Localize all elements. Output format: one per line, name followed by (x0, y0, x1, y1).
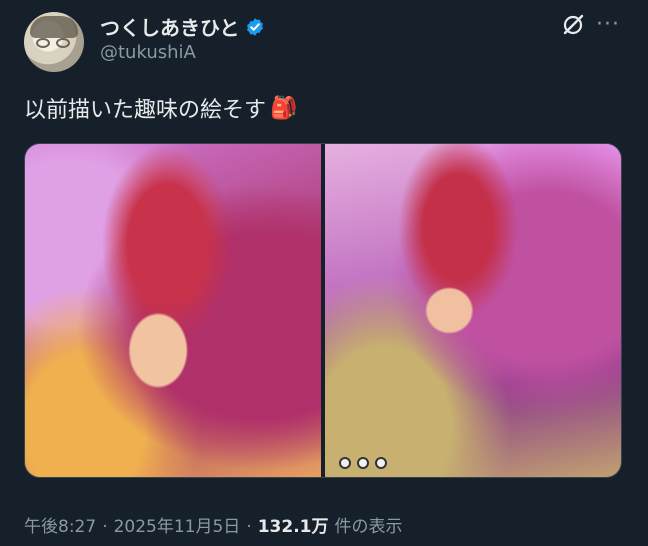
more-icon[interactable]: ··· (596, 12, 620, 37)
illustration-right (325, 144, 621, 477)
tweet-text: 以前描いた趣味の絵そす 🎒 (24, 92, 297, 124)
tweet-meta: 午後8:27 · 2025年11月5日 · 132.1万 件の表示 (24, 512, 403, 537)
views-label: 件の表示 (334, 517, 403, 537)
avatar-glasses-right (56, 38, 70, 48)
display-name[interactable]: つくしあきひと (100, 12, 239, 41)
grok-icon[interactable] (560, 12, 586, 38)
media-badges (339, 457, 387, 469)
tweet-body: 以前描いた趣味の絵そす (24, 98, 267, 123)
meta-separator: · (102, 517, 108, 537)
post-time[interactable]: 午後8:27 (24, 512, 96, 537)
media-image-left[interactable] (25, 144, 321, 477)
backpack-emoji: 🎒 (270, 95, 298, 121)
avatar[interactable] (24, 12, 84, 72)
illustration-left (25, 144, 321, 477)
display-name-row[interactable]: つくしあきひと (100, 12, 265, 41)
media-image-right[interactable] (325, 144, 621, 477)
post-date[interactable]: 2025年11月5日 (114, 512, 241, 537)
user-handle[interactable]: @tukushiA (100, 42, 196, 63)
avatar-glasses-left (36, 38, 50, 48)
avatar-hair (30, 16, 78, 38)
badge-icon (357, 457, 369, 469)
views-count: 132.1万 (257, 517, 329, 537)
meta-separator: · (246, 517, 252, 537)
badge-icon (375, 457, 387, 469)
badge-icon (339, 457, 351, 469)
verified-badge-icon (247, 17, 264, 36)
media-gallery[interactable] (24, 143, 622, 478)
